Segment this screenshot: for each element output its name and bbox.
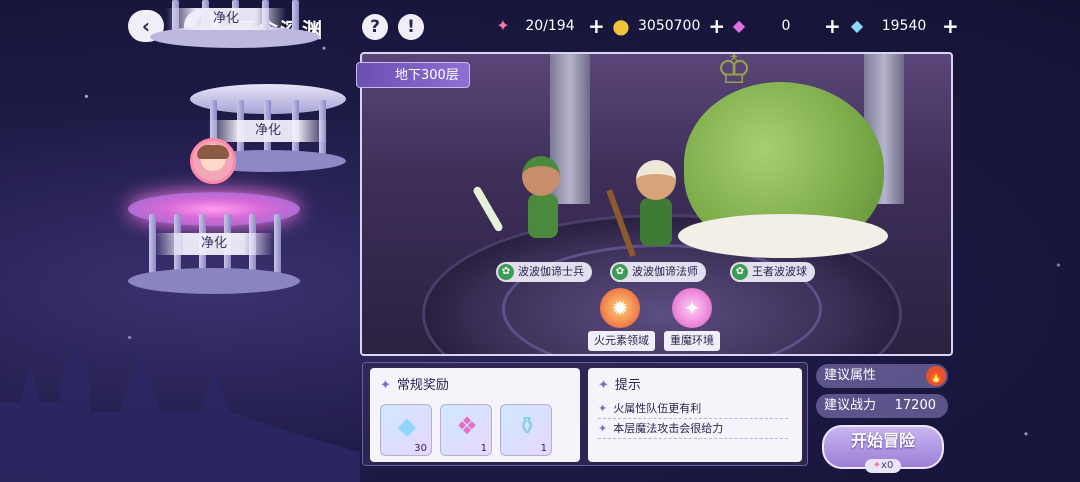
rewards-card: ✦ 常规奖励 ◆ 30 ❖ 1 ⚱ 1 [370, 368, 580, 462]
recommended-attribute: 建议属性 🔥 [816, 364, 948, 388]
add-pink-crystal-button[interactable]: + [824, 16, 841, 36]
diamond-value: 19540 [881, 18, 927, 34]
floor-label: 净化 [166, 8, 286, 30]
candy-icon: ✦ [496, 16, 510, 35]
floor-label: 净化 [208, 120, 328, 142]
gold-value: 3050700 [638, 18, 701, 34]
crown-icon: ♔ [716, 47, 752, 93]
gold-coin-icon: ● [612, 14, 630, 38]
reward-item-diamond[interactable]: ◆ 30 [380, 404, 432, 456]
tips-title: ✦ 提示 [598, 378, 641, 393]
recommended-power-value: 17200 [894, 398, 936, 413]
environment-label-fire: 火元素领域 [588, 331, 655, 351]
enemy-mage-head [636, 160, 676, 200]
wind-element-icon: ✿ [732, 264, 748, 280]
king-blob-collar [678, 214, 888, 258]
floor-label: 净化 [154, 233, 274, 255]
fire-domain-icon[interactable]: ✹ [600, 288, 640, 328]
start-adventure-button[interactable]: 开始冒险 ✦x0 [822, 425, 944, 473]
enemy-soldier-body [528, 194, 558, 238]
reward-item-potion[interactable]: ⚱ 1 [500, 404, 552, 456]
reward-count: 1 [480, 443, 487, 454]
enemy-mage-body [640, 198, 672, 246]
info-icon[interactable]: ! [398, 14, 424, 40]
candy-icon: ✦ [872, 460, 882, 471]
rewards-title: ✦ 常规奖励 [380, 378, 449, 393]
enemy-name-mage[interactable]: ✿ 波波伽谛法师 [610, 262, 706, 282]
environment-label-magic: 重魔环境 [664, 331, 720, 351]
reward-count: 30 [414, 443, 427, 454]
enemy-soldier-head [522, 156, 560, 196]
resource-pink-crystal: ◆ 0 + [728, 12, 841, 40]
start-cost: ✦x0 [864, 459, 902, 473]
player-avatar [190, 138, 236, 184]
crystal-emblem-icon: ❖ [456, 412, 478, 440]
tips-card: ✦ 提示 ✦ 火属性队伍更有利 ✦ 本层魔法攻击会很给力 [588, 368, 802, 462]
reward-item-crystal-emblem[interactable]: ❖ 1 [440, 404, 492, 456]
wind-element-icon: ✿ [612, 264, 628, 280]
recommended-power: 建议战力 17200 [816, 394, 948, 418]
pink-crystal-value: 0 [781, 18, 791, 34]
resource-candy: ✦ 20/194 + [492, 12, 605, 40]
fire-element-icon: 🔥 [926, 366, 946, 386]
floor-tag: 地下300层 [356, 62, 470, 88]
help-icon[interactable]: ? [362, 14, 388, 40]
add-candy-button[interactable]: + [588, 16, 605, 36]
tip-item: ✦ 火属性队伍更有利 [598, 400, 788, 419]
tip-item: ✦ 本层魔法攻击会很给力 [598, 420, 788, 439]
magic-environment-icon[interactable]: ✦ [672, 288, 712, 328]
diamond-icon: ◆ [397, 412, 417, 440]
reward-count: 1 [540, 443, 547, 454]
add-diamond-button[interactable]: + [942, 16, 959, 36]
castle-silhouette [0, 342, 360, 482]
enemy-name-soldier[interactable]: ✿ 波波伽谛士兵 [496, 262, 592, 282]
resource-gold: ● 3050700 + [610, 12, 725, 40]
candy-value: 20/194 [525, 18, 575, 34]
enemy-name-king[interactable]: ✿ 王者波波球 [730, 262, 815, 282]
wind-element-icon: ✿ [498, 264, 514, 280]
start-adventure-label: 开始冒险 [850, 431, 915, 450]
pink-crystal-icon: ◆ [732, 16, 746, 35]
potion-icon: ⚱ [516, 412, 538, 440]
add-gold-button[interactable]: + [708, 16, 725, 36]
diamond-icon: ◆ [850, 16, 864, 35]
resource-diamond: ◆ 19540 + [846, 12, 959, 40]
